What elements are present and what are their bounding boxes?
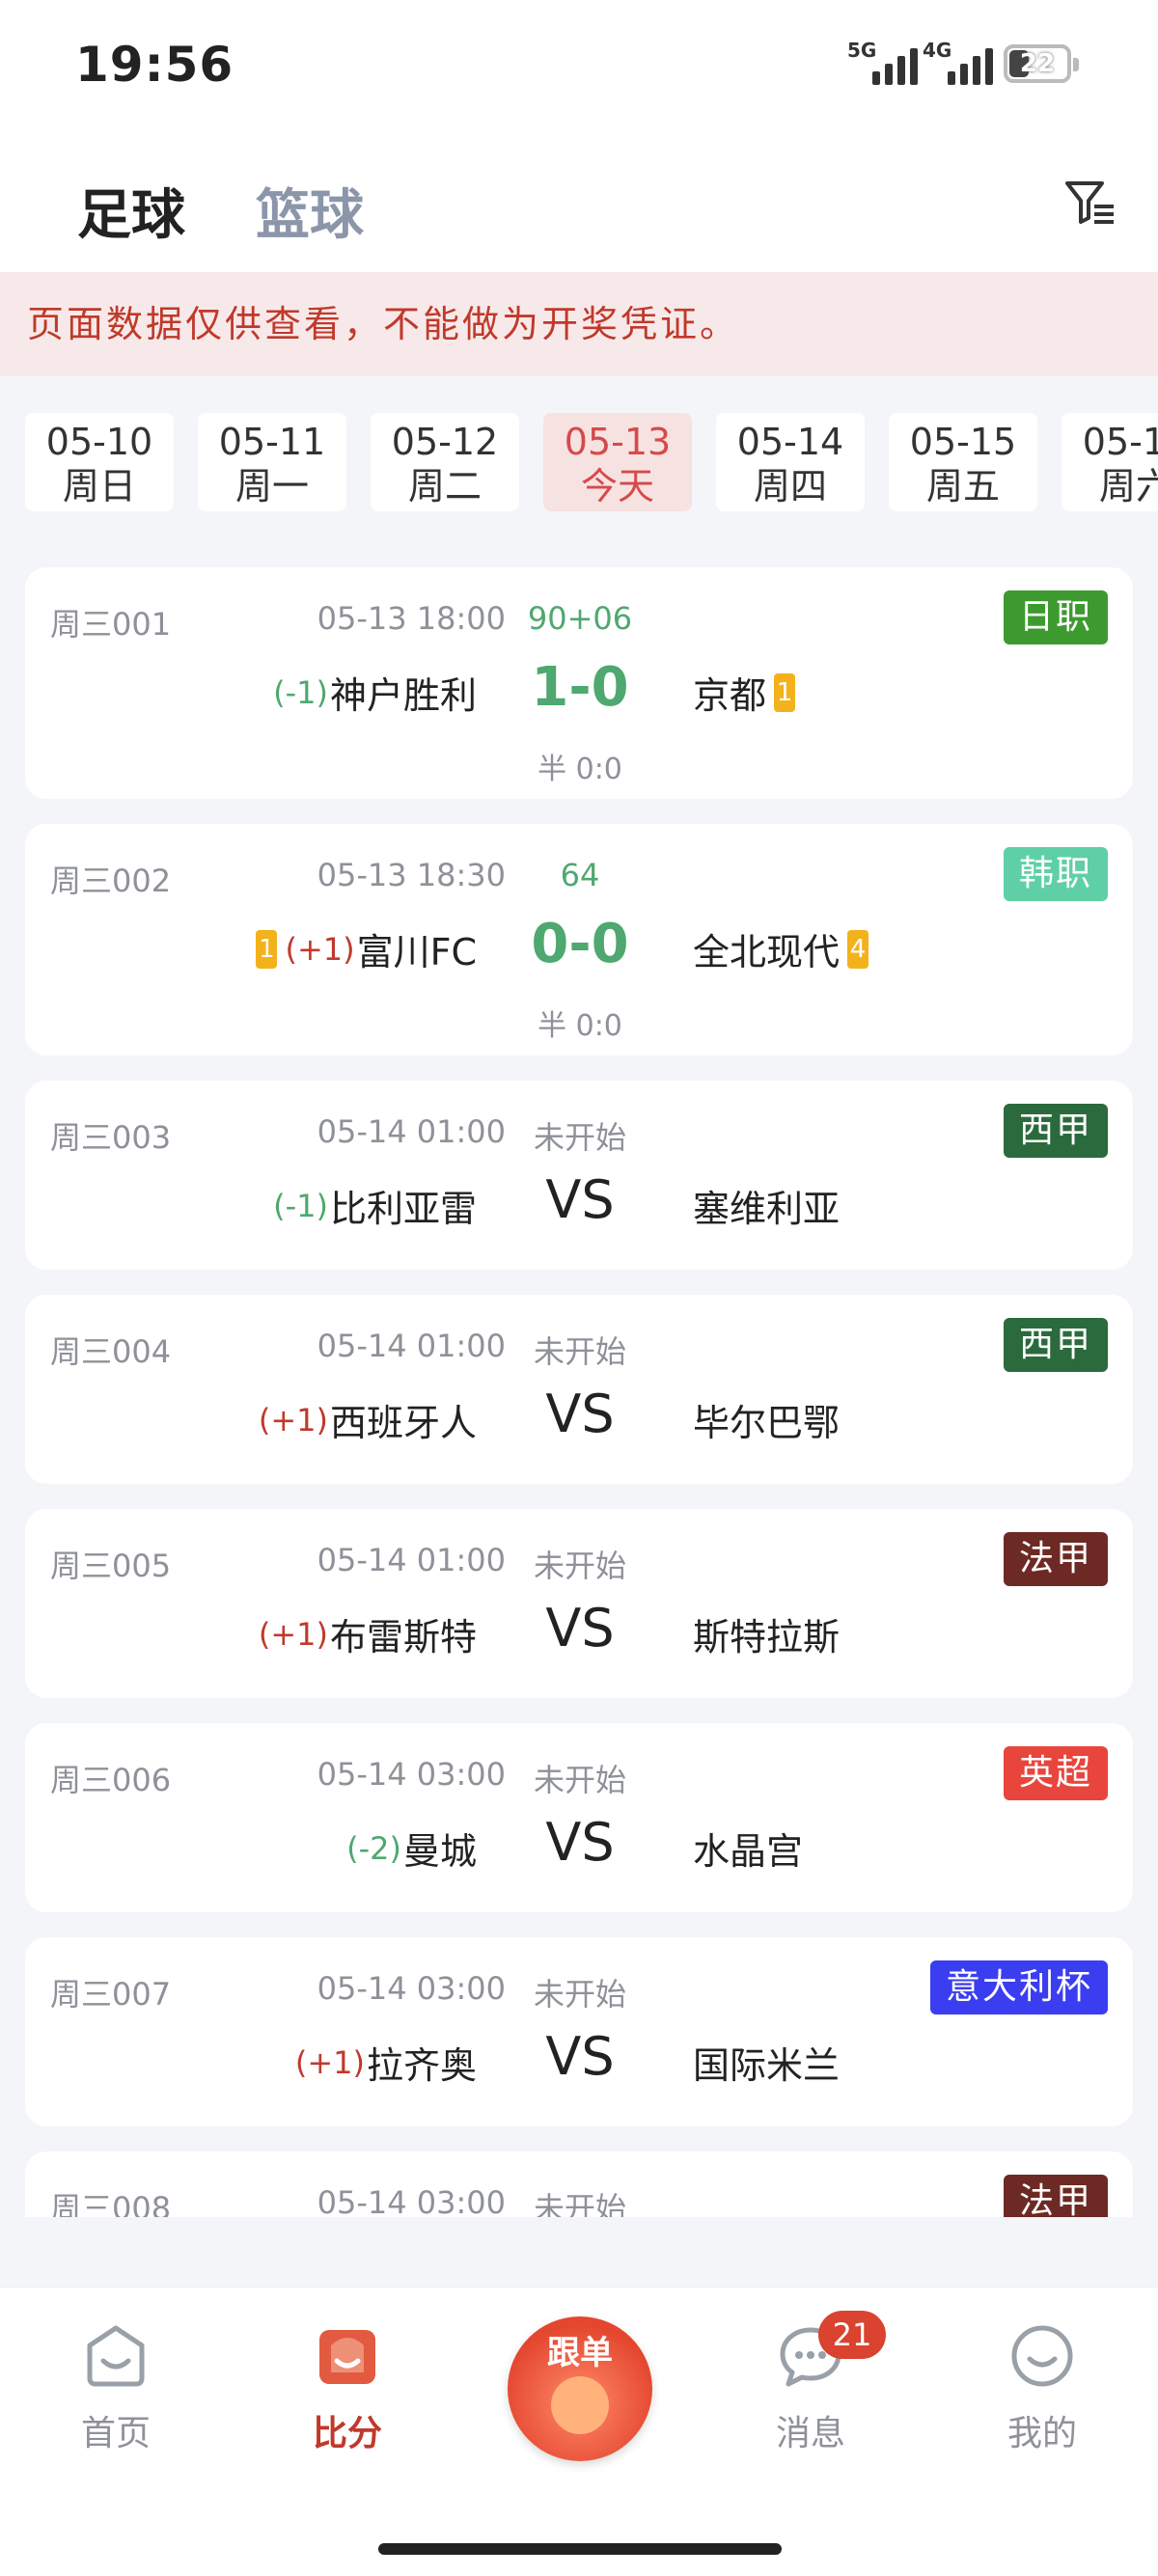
home-indicator[interactable] bbox=[378, 2543, 782, 2555]
league-badge: 法甲 bbox=[1003, 2175, 1108, 2217]
league-badge: 韩职 bbox=[1003, 847, 1108, 901]
match-list: 周三001 05-13 18:00 90+06 日职 (-1) 神户胜利 1-0 … bbox=[0, 540, 1158, 2217]
match-card[interactable]: 周三002 05-13 18:30 64 韩职 1 (+1) 富川FC 0-0 全北… bbox=[25, 824, 1133, 1055]
match-card[interactable]: 周三008 05-14 03:00 未开始 法甲 bbox=[25, 2151, 1133, 2217]
home-team: (-1) 比利亚雷 bbox=[273, 1187, 477, 1231]
half-time-score: 半 0:0 bbox=[538, 1009, 622, 1043]
home-team: (+1) 西班牙人 bbox=[258, 1401, 477, 1445]
match-card[interactable]: 周三005 05-14 01:00 未开始 法甲 (+1) 布雷斯特 VS 斯特拉… bbox=[25, 1509, 1133, 1698]
match-vs: VS bbox=[545, 1384, 615, 1444]
match-score: 1-0 bbox=[531, 656, 629, 719]
home-team: (-2) 曼城 bbox=[346, 1829, 477, 1874]
match-card[interactable]: 周三004 05-14 01:00 未开始 西甲 (+1) 西班牙人 VS 毕尔巴… bbox=[25, 1295, 1133, 1484]
status-time: 19:56 bbox=[75, 37, 234, 93]
match-vs: VS bbox=[545, 1598, 615, 1658]
home-team: (-1) 神户胜利 bbox=[273, 673, 477, 718]
match-card[interactable]: 周三001 05-13 18:00 90+06 日职 (-1) 神户胜利 1-0 … bbox=[25, 567, 1133, 799]
league-badge: 西甲 bbox=[1003, 1318, 1108, 1372]
yellow-card-icon: 1 bbox=[256, 929, 278, 969]
league-badge: 法甲 bbox=[1003, 1532, 1108, 1586]
match-card[interactable]: 周三003 05-14 01:00 未开始 西甲 (-1) 比利亚雷 VS 塞维利… bbox=[25, 1081, 1133, 1270]
league-badge: 意大利杯 bbox=[929, 1960, 1108, 2014]
bottom-tab-bar: 首页 比分 跟单 消息 21 我的 bbox=[0, 2287, 1158, 2576]
date-chip[interactable]: 05-15 周五 bbox=[889, 413, 1037, 511]
date-chip[interactable]: 05-11 周一 bbox=[198, 413, 346, 511]
status-bar: 19:56 5G 4G 22 bbox=[0, 0, 1158, 135]
home-team: (+1) 拉齐奥 bbox=[294, 2043, 477, 2088]
filter-icon[interactable] bbox=[1063, 176, 1117, 230]
match-vs: VS bbox=[545, 1812, 615, 1873]
signal-4g-icon: 4G bbox=[923, 39, 993, 85]
away-team: 水晶宫 bbox=[693, 1830, 804, 1873]
tab-home[interactable]: 首页 bbox=[39, 2322, 193, 2455]
follow-mascot-icon[interactable]: 跟单 bbox=[508, 2316, 652, 2461]
away-team: 斯特拉斯 bbox=[693, 1616, 841, 1658]
date-chip[interactable]: 05-14 周四 bbox=[716, 413, 865, 511]
away-team: 全北现代 4 bbox=[693, 922, 876, 975]
away-team: 京都 1 bbox=[693, 666, 803, 719]
league-badge: 西甲 bbox=[1003, 1104, 1108, 1158]
tab-basketball[interactable]: 篮球 bbox=[256, 172, 364, 250]
date-chip[interactable]: 05-10 周日 bbox=[25, 413, 174, 511]
match-vs: VS bbox=[545, 2026, 615, 2087]
home-team: (+1) 布雷斯特 bbox=[258, 1615, 477, 1659]
score-icon bbox=[319, 2330, 375, 2384]
signal-5g-icon: 5G bbox=[847, 39, 918, 85]
message-badge: 21 bbox=[818, 2311, 886, 2359]
match-card[interactable]: 周三006 05-14 03:00 未开始 英超 (-2) 曼城 VS 水晶宫 bbox=[25, 1723, 1133, 1912]
home-team: 1 (+1) 富川FC bbox=[248, 922, 477, 975]
match-vs: VS bbox=[545, 1169, 615, 1230]
yellow-card-icon: 4 bbox=[847, 929, 869, 969]
match-card[interactable]: 周三007 05-14 03:00 未开始 意大利杯 (+1) 拉齐奥 VS 国际… bbox=[25, 1937, 1133, 2126]
battery-icon: 22 bbox=[1004, 44, 1079, 83]
profile-icon bbox=[1011, 2325, 1073, 2387]
tab-profile[interactable]: 我的 bbox=[965, 2322, 1119, 2455]
sport-tabs-header: 足球 篮球 bbox=[0, 135, 1158, 272]
tab-score[interactable]: 比分 bbox=[270, 2322, 425, 2455]
tab-football[interactable]: 足球 bbox=[77, 172, 185, 250]
half-time-score: 半 0:0 bbox=[538, 753, 622, 786]
away-team: 塞维利亚 bbox=[693, 1188, 841, 1230]
date-chip[interactable]: 05-12 周二 bbox=[371, 413, 519, 511]
date-chip-selected[interactable]: 05-13 今天 bbox=[543, 413, 692, 511]
date-selector: 05-10 周日 05-11 周一 05-12 周二 05-13 今天 05-14 周四 … bbox=[0, 376, 1158, 540]
home-icon bbox=[87, 2325, 145, 2387]
away-team: 国际米兰 bbox=[693, 2044, 841, 2087]
away-team: 毕尔巴鄂 bbox=[693, 1402, 841, 1444]
date-chip[interactable]: 05-16周六 bbox=[1062, 413, 1158, 511]
disclaimer-notice: 页面数据仅供查看，不能做为开奖凭证。 bbox=[0, 272, 1158, 376]
league-badge: 英超 bbox=[1003, 1746, 1108, 1800]
yellow-card-icon: 1 bbox=[774, 672, 796, 712]
league-badge: 日职 bbox=[1003, 590, 1108, 644]
match-score: 0-0 bbox=[531, 913, 629, 975]
